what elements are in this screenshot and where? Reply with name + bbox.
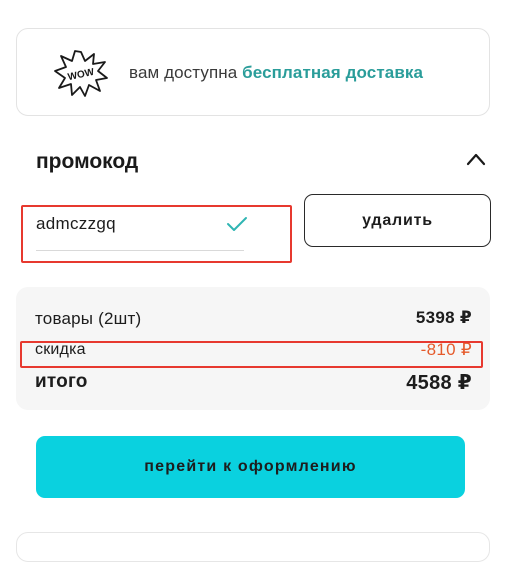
wow-icon: WOW	[54, 50, 108, 97]
goods-value: 5398 ₽	[415, 308, 472, 327]
remove-promo-button[interactable]: удалить	[304, 194, 491, 247]
total-value: 4588 ₽	[406, 372, 472, 394]
chevron-up-icon[interactable]	[465, 152, 487, 166]
banner-text-accent: бесплатная доставка	[242, 63, 424, 82]
goods-label: товары (2шт)	[35, 309, 142, 328]
banner-text: вам доступна бесплатная доставка	[129, 63, 423, 83]
banner-text-plain: вам доступна	[129, 63, 238, 82]
next-card	[16, 532, 490, 562]
promo-title: промокод	[36, 150, 139, 173]
free-delivery-banner: WOW вам доступна бесплатная доставка	[16, 28, 490, 116]
highlight-box-discount	[20, 341, 483, 368]
checkout-button[interactable]: перейти к оформлению	[36, 436, 465, 498]
total-label: итого	[35, 371, 88, 392]
highlight-box-promo-code	[21, 205, 292, 263]
